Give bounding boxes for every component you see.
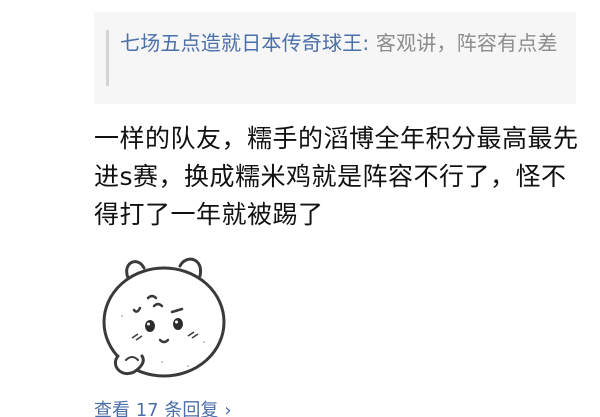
comment-body: 一样的队友，糯手的滔博全年积分最高最先进s赛，换成糯米鸡就是阵容不行了，怪不得打… xyxy=(94,124,579,229)
chevron-right-icon: › xyxy=(224,400,232,417)
quote-content: 七场五点造就日本传奇球王: 客观讲，阵容有点差 xyxy=(120,28,560,58)
chiikawa-face-icon xyxy=(102,257,226,378)
quote-author[interactable]: 七场五点造就日本传奇球王: xyxy=(120,31,369,55)
quote-bar xyxy=(106,30,109,86)
quoted-reply[interactable]: 七场五点造就日本传奇球王: 客观讲，阵容有点差 xyxy=(94,12,576,104)
view-replies-link[interactable]: 查看 17 条回复 › xyxy=(94,398,232,417)
comment-page: 七场五点造就日本传奇球王: 客观讲，阵容有点差 一样的队友，糯手的滔博全年积分最… xyxy=(0,0,600,417)
chiikawa-sticker-icon[interactable] xyxy=(92,246,236,386)
view-replies-label: 查看 17 条回复 xyxy=(94,400,219,417)
quote-text: 客观讲，阵容有点差 xyxy=(375,31,558,55)
